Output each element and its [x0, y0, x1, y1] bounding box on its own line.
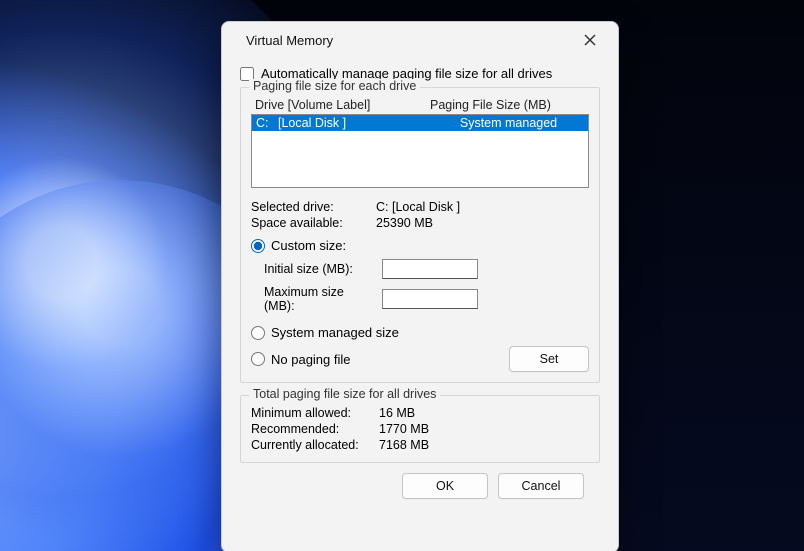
space-available-label: Space available:: [251, 216, 376, 230]
totals-group: Total paging file size for all drives Mi…: [240, 395, 600, 463]
ok-button[interactable]: OK: [402, 473, 488, 499]
drive-volume-label: [Local Disk ]: [278, 116, 431, 130]
selected-drive-label: Selected drive:: [251, 200, 376, 214]
header-size: Paging File Size (MB): [430, 98, 587, 112]
minimum-allowed-value: 16 MB: [379, 406, 415, 420]
initial-size-input[interactable]: [382, 259, 478, 279]
drive-letter: C:: [256, 116, 278, 130]
selected-drive-value: C: [Local Disk ]: [376, 200, 460, 214]
dialog-body: Automatically manage paging file size fo…: [222, 58, 618, 551]
recommended-label: Recommended:: [251, 422, 379, 436]
currently-allocated-value: 7168 MB: [379, 438, 429, 452]
space-available-value: 25390 MB: [376, 216, 433, 230]
no-paging-radio[interactable]: [251, 352, 265, 366]
drives-group-label: Paging file size for each drive: [249, 79, 420, 93]
no-paging-option[interactable]: No paging file: [251, 352, 351, 367]
custom-size-option[interactable]: Custom size:: [251, 238, 589, 253]
dialog-footer: OK Cancel: [240, 463, 600, 499]
currently-allocated-label: Currently allocated:: [251, 438, 379, 452]
virtual-memory-dialog: Virtual Memory Automatically manage pagi…: [221, 21, 619, 551]
recommended-value: 1770 MB: [379, 422, 429, 436]
cancel-button[interactable]: Cancel: [498, 473, 584, 499]
initial-size-label: Initial size (MB):: [264, 262, 376, 276]
system-managed-option[interactable]: System managed size: [251, 325, 589, 340]
no-paging-label: No paging file: [271, 352, 351, 367]
space-available-row: Space available: 25390 MB: [251, 216, 589, 230]
maximum-size-input[interactable]: [382, 289, 478, 309]
maximum-size-row: Maximum size (MB):: [251, 285, 589, 313]
drive-list-header: Drive [Volume Label] Paging File Size (M…: [251, 96, 589, 114]
totals-group-label: Total paging file size for all drives: [249, 387, 440, 401]
close-icon: [584, 34, 596, 46]
desktop-background: Virtual Memory Automatically manage pagi…: [0, 0, 804, 551]
minimum-allowed-label: Minimum allowed:: [251, 406, 379, 420]
system-managed-radio[interactable]: [251, 326, 265, 340]
recommended-row: Recommended: 1770 MB: [251, 422, 589, 436]
drive-listbox[interactable]: C: [Local Disk ] System managed: [251, 114, 589, 188]
drives-group: Paging file size for each drive Drive [V…: [240, 87, 600, 383]
titlebar: Virtual Memory: [222, 22, 618, 58]
set-button[interactable]: Set: [509, 346, 589, 372]
drive-row[interactable]: C: [Local Disk ] System managed: [252, 115, 588, 131]
close-button[interactable]: [576, 26, 604, 54]
header-drive: Drive [Volume Label]: [255, 98, 430, 112]
custom-size-radio[interactable]: [251, 239, 265, 253]
currently-allocated-row: Currently allocated: 7168 MB: [251, 438, 589, 452]
minimum-allowed-row: Minimum allowed: 16 MB: [251, 406, 589, 420]
window-title: Virtual Memory: [246, 33, 333, 48]
drive-paging-size: System managed: [431, 116, 586, 130]
system-managed-label: System managed size: [271, 325, 399, 340]
selected-drive-row: Selected drive: C: [Local Disk ]: [251, 200, 589, 214]
initial-size-row: Initial size (MB):: [251, 259, 589, 279]
custom-size-label: Custom size:: [271, 238, 346, 253]
maximum-size-label: Maximum size (MB):: [264, 285, 376, 313]
